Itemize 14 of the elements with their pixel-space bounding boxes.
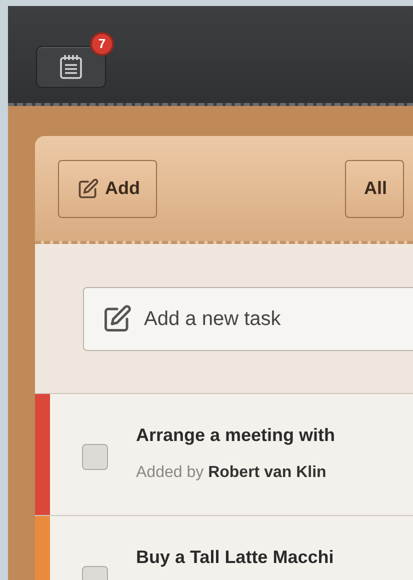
edit-icon [77,178,99,200]
task-checkbox[interactable] [82,444,108,470]
task-title: Buy a Tall Latte Macchi [136,546,334,569]
notes-button[interactable] [36,46,106,88]
task-row[interactable]: Arrange a meeting with Added by Robert van Klin [35,394,413,516]
new-task-field[interactable]: Add a new task [83,286,413,350]
notepad-icon [59,54,83,80]
task-title: Arrange a meeting with [136,424,336,447]
task-subtitle: Added by Robert van Klin [136,463,328,483]
add-button[interactable]: Add [58,160,157,218]
edit-icon [102,304,132,334]
filter-button[interactable]: All [345,160,404,218]
task-input[interactable]: Add a new task [144,304,404,334]
notification-badge: 7 [90,32,114,56]
